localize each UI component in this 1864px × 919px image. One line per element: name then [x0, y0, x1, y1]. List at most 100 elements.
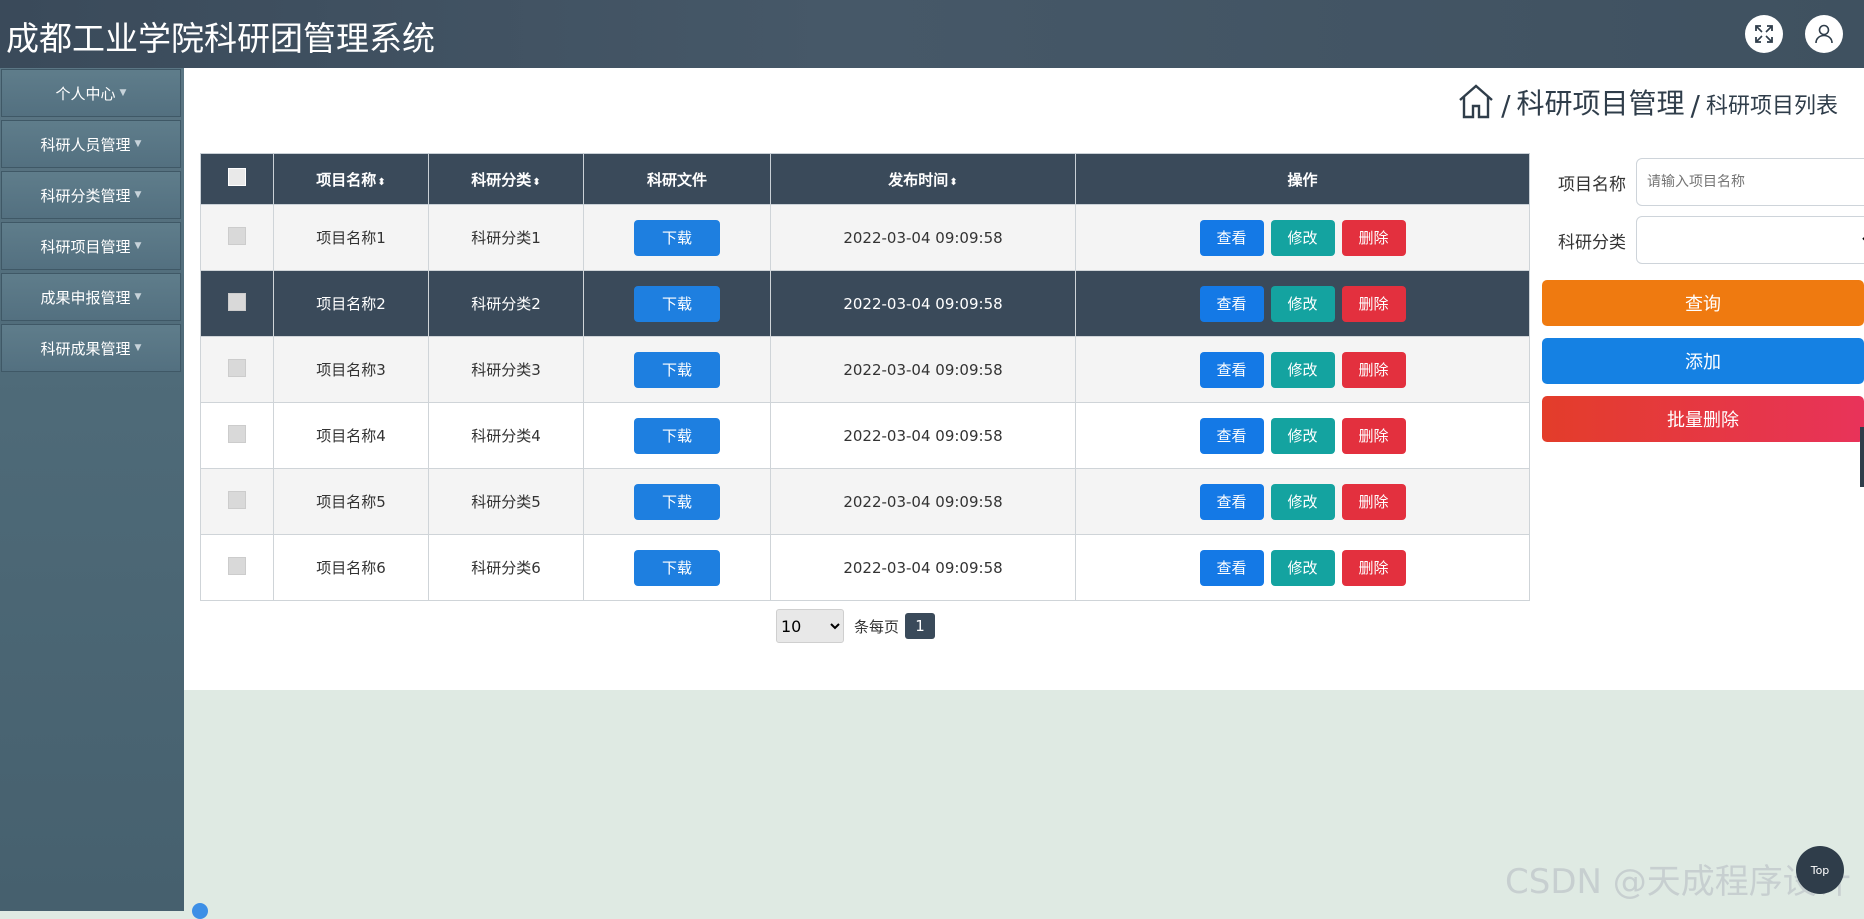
- download-button[interactable]: 下载: [634, 483, 720, 520]
- table-row[interactable]: 项目名称2 科研分类2 下载 2022-03-04 09:09:58 查看 修改删…: [200, 270, 1530, 337]
- col-actions: 操作: [1075, 153, 1530, 205]
- edit-button[interactable]: 修改: [1270, 285, 1335, 322]
- sort-icon: ⬍: [949, 176, 958, 188]
- delete-button[interactable]: 删除: [1341, 219, 1406, 256]
- sidebar-item-personal-center[interactable]: 个人中心 ▼: [1, 69, 181, 117]
- row-checkbox[interactable]: [228, 490, 246, 509]
- download-button[interactable]: 下载: [634, 417, 720, 454]
- sidebar-item-label: 科研分类管理: [40, 186, 131, 205]
- user-icon: [1815, 24, 1833, 44]
- edit-button[interactable]: 修改: [1270, 549, 1335, 586]
- delete-button[interactable]: 删除: [1341, 285, 1406, 322]
- view-button[interactable]: 查看: [1199, 351, 1264, 388]
- table-row[interactable]: 项目名称6 科研分类6 下载 2022-03-04 09:09:58 查看 修改删…: [200, 534, 1530, 601]
- view-button[interactable]: 查看: [1199, 219, 1264, 256]
- page-size-select[interactable]: 10: [776, 609, 844, 643]
- select-all-checkbox[interactable]: [228, 168, 246, 186]
- edit-button[interactable]: 修改: [1270, 351, 1335, 388]
- sidebar-item-achievement-management[interactable]: 科研成果管理 ▼: [1, 324, 181, 372]
- sidebar-item-project-management[interactable]: 科研项目管理 ▼: [1, 222, 181, 270]
- category-select[interactable]: [1636, 216, 1864, 264]
- cell-project-name: 项目名称4: [273, 402, 429, 469]
- project-table: 项目名称⬍ 科研分类⬍ 科研文件 发布时间⬍ 操作 项目名称1 科研分类1 下载…: [200, 153, 1530, 601]
- search-name-row: 项目名称: [1542, 158, 1864, 206]
- caret-down-icon: ▼: [134, 139, 142, 149]
- edit-button[interactable]: 修改: [1270, 483, 1335, 520]
- fullscreen-button[interactable]: [1745, 15, 1783, 53]
- breadcrumb-separator: /: [1690, 89, 1700, 122]
- sort-icon: ⬍: [377, 176, 386, 188]
- cell-publish-time: 2022-03-04 09:09:58: [770, 468, 1076, 535]
- view-button[interactable]: 查看: [1199, 417, 1264, 454]
- cell-project-name: 项目名称1: [273, 204, 429, 271]
- batch-delete-button[interactable]: 批量删除: [1542, 396, 1864, 442]
- cell-category: 科研分类3: [428, 336, 584, 403]
- caret-down-icon: ▼: [134, 292, 142, 302]
- download-button[interactable]: 下载: [634, 219, 720, 256]
- table-row[interactable]: 项目名称4 科研分类4 下载 2022-03-04 09:09:58 查看 修改删…: [200, 402, 1530, 469]
- cell-category: 科研分类5: [428, 468, 584, 535]
- search-name-label: 项目名称: [1558, 174, 1626, 195]
- sidebar-item-label: 成果申报管理: [40, 288, 131, 307]
- row-checkbox[interactable]: [228, 556, 246, 575]
- table-row[interactable]: 项目名称5 科研分类5 下载 2022-03-04 09:09:58 查看 修改删…: [200, 468, 1530, 535]
- col-file: 科研文件: [583, 153, 771, 205]
- download-button[interactable]: 下载: [634, 549, 720, 586]
- breadcrumb-level2: 科研项目列表: [1705, 94, 1838, 119]
- project-name-input[interactable]: [1636, 158, 1864, 206]
- scroll-top-button[interactable]: Top: [1796, 846, 1844, 894]
- cell-publish-time: 2022-03-04 09:09:58: [770, 534, 1076, 601]
- page-scrollbar[interactable]: [1860, 427, 1864, 487]
- row-checkbox[interactable]: [228, 424, 246, 443]
- floating-dot-icon: [192, 903, 208, 919]
- view-button[interactable]: 查看: [1199, 549, 1264, 586]
- sidebar-item-achievement-report[interactable]: 成果申报管理 ▼: [1, 273, 181, 321]
- table-row[interactable]: 项目名称3 科研分类3 下载 2022-03-04 09:09:58 查看 修改删…: [200, 336, 1530, 403]
- cell-project-name: 项目名称6: [273, 534, 429, 601]
- edit-button[interactable]: 修改: [1270, 417, 1335, 454]
- cell-publish-time: 2022-03-04 09:09:58: [770, 204, 1076, 271]
- add-button[interactable]: 添加: [1542, 338, 1864, 384]
- caret-down-icon: ▼: [119, 88, 127, 98]
- cell-publish-time: 2022-03-04 09:09:58: [770, 336, 1076, 403]
- sidebar-item-researcher-management[interactable]: 科研人员管理 ▼: [1, 120, 181, 168]
- col-project-name[interactable]: 项目名称⬍: [273, 153, 429, 205]
- row-checkbox[interactable]: [228, 226, 246, 245]
- cell-publish-time: 2022-03-04 09:09:58: [770, 270, 1076, 337]
- cell-project-name: 项目名称3: [273, 336, 429, 403]
- row-checkbox[interactable]: [228, 292, 246, 311]
- sidebar: 个人中心 ▼ 科研人员管理 ▼ 科研分类管理 ▼ 科研项目管理 ▼ 成果申报管理 ▼ 科研…: [0, 68, 184, 911]
- download-button[interactable]: 下载: [634, 285, 720, 322]
- cell-category: 科研分类1: [428, 204, 584, 271]
- sort-icon: ⬍: [532, 176, 541, 188]
- page-number-button[interactable]: 1: [905, 613, 936, 639]
- cell-category: 科研分类4: [428, 402, 584, 469]
- search-category-row: 科研分类: [1542, 216, 1864, 264]
- row-checkbox[interactable]: [228, 358, 246, 377]
- col-category[interactable]: 科研分类⬍: [428, 153, 584, 205]
- sidebar-item-category-management[interactable]: 科研分类管理 ▼: [1, 171, 181, 219]
- view-button[interactable]: 查看: [1199, 483, 1264, 520]
- delete-button[interactable]: 删除: [1341, 417, 1406, 454]
- view-button[interactable]: 查看: [1199, 285, 1264, 322]
- cell-project-name: 项目名称2: [273, 270, 429, 337]
- cell-publish-time: 2022-03-04 09:09:58: [770, 402, 1076, 469]
- cell-category: 科研分类2: [428, 270, 584, 337]
- caret-down-icon: ▼: [134, 190, 142, 200]
- user-menu-button[interactable]: [1805, 15, 1843, 53]
- delete-button[interactable]: 删除: [1341, 351, 1406, 388]
- home-icon[interactable]: [1457, 82, 1495, 120]
- edit-button[interactable]: 修改: [1270, 219, 1335, 256]
- query-button[interactable]: 查询: [1542, 280, 1864, 326]
- col-publish-time[interactable]: 发布时间⬍: [770, 153, 1076, 205]
- cell-project-name: 项目名称5: [273, 468, 429, 535]
- sidebar-item-label: 个人中心: [55, 84, 116, 103]
- breadcrumb-level1[interactable]: 科研项目管理: [1517, 82, 1685, 122]
- pagination: 10 条每页 1: [776, 609, 936, 643]
- download-button[interactable]: 下载: [634, 351, 720, 388]
- delete-button[interactable]: 删除: [1341, 483, 1406, 520]
- delete-button[interactable]: 删除: [1341, 549, 1406, 586]
- table-row[interactable]: 项目名称1 科研分类1 下载 2022-03-04 09:09:58 查看 修改删…: [200, 204, 1530, 271]
- cell-category: 科研分类6: [428, 534, 584, 601]
- breadcrumb: / 科研项目管理 / 科研项目列表: [1457, 82, 1838, 122]
